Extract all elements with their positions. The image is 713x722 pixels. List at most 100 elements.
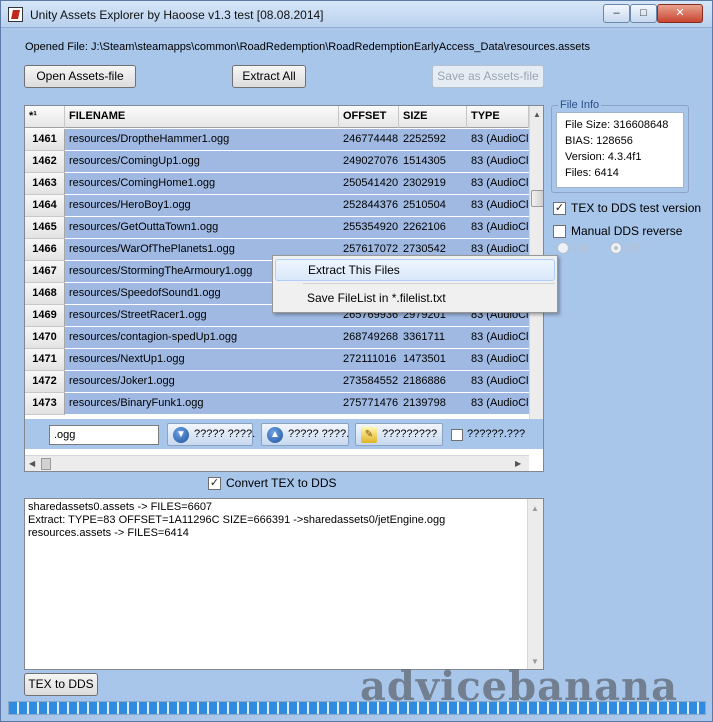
row-offset: 252844376 (339, 195, 399, 217)
row-number: 1463 (25, 173, 65, 195)
table-row[interactable]: 1465 resources/GetOuttaTown1.ogg 255354920… (25, 217, 529, 239)
find-next-label: ????? ????. (194, 428, 256, 440)
column-header-filename[interactable]: FILENAME (65, 106, 339, 128)
manual-dds-reverse-checkbox[interactable] (553, 225, 566, 238)
table-row[interactable]: 1470 resources/contagion-spedUp1.ogg 26874… (25, 327, 529, 349)
row-filename: resources/DroptheHammer1.ogg (65, 129, 339, 151)
select-icon: ✎ (361, 427, 377, 443)
row-size: 2252592 (399, 129, 467, 151)
filter-option-checkbox[interactable] (451, 429, 463, 441)
row-type: 83 (AudioCl (467, 371, 529, 393)
row-number: 1471 (25, 349, 65, 371)
column-header-number[interactable]: *¹ (25, 106, 65, 128)
row-filename: resources/GetOuttaTown1.ogg (65, 217, 339, 239)
file-list-horizontal-scrollbar[interactable]: ◀ ▶ (25, 455, 529, 471)
menu-item-save-filelist[interactable]: Save FileList in *.filelist.txt (275, 287, 555, 309)
opened-file-path: Opened File: J:\Steam\steamapps\common\R… (25, 41, 590, 53)
row-offset: 249027076 (339, 151, 399, 173)
menu-item-extract-files[interactable]: Extract This Files (275, 259, 555, 281)
table-row[interactable]: 1463 resources/ComingHome1.ogg 250541420 23… (25, 173, 529, 195)
row-type: 83 (AudioCl (467, 349, 529, 371)
progress-bar (8, 701, 706, 715)
row-number: 1473 (25, 393, 65, 415)
tex-to-dds-test-label: TEX to DDS test version (571, 201, 702, 215)
title-bar[interactable]: Unity Assets Explorer by Haoose v1.3 tes… (1, 1, 712, 28)
table-row[interactable]: 1471 resources/NextUp1.ogg 272111016 147350… (25, 349, 529, 371)
row-offset: 272111016 (339, 349, 399, 371)
log-vertical-scrollbar[interactable]: ▲ ▼ (527, 499, 543, 669)
row-number: 1470 (25, 327, 65, 349)
table-row[interactable]: 1473 resources/BinaryFunk1.ogg 275771476 21… (25, 393, 529, 415)
row-filename: resources/Joker1.ogg (65, 371, 339, 393)
row-type: 83 (AudioCl (467, 327, 529, 349)
row-type: 83 (AudioCl (467, 129, 529, 151)
log-output[interactable]: sharedassets0.assets -> FILES=6607 Extra… (24, 498, 544, 670)
menu-separator (303, 283, 555, 284)
app-logo-icon (8, 7, 23, 22)
scroll-right-icon[interactable]: ▶ (515, 459, 521, 468)
row-type: 83 (AudioCl (467, 195, 529, 217)
scroll-thumb[interactable] (531, 190, 543, 207)
file-size-text: File Size: 316608648 (565, 119, 669, 131)
row-number: 1466 (25, 239, 65, 261)
row-filename: resources/contagion-spedUp1.ogg (65, 327, 339, 349)
minimize-button[interactable]: – (603, 4, 630, 23)
row-filename: resources/ComingHome1.ogg (65, 173, 339, 195)
table-row[interactable]: 1472 resources/Joker1.ogg 273584552 2186886… (25, 371, 529, 393)
column-header-type[interactable]: TYPE (467, 106, 529, 128)
row-offset: 273584552 (339, 371, 399, 393)
arrow-down-icon: ▼ (173, 427, 189, 443)
client-area: Opened File: J:\Steam\steamapps\common\R… (8, 31, 706, 715)
filter-input[interactable] (49, 425, 159, 445)
radio-ori-label: Ori (572, 241, 588, 255)
row-size: 2510504 (399, 195, 467, 217)
extract-all-button[interactable]: Extract All (232, 65, 306, 88)
scroll-up-icon[interactable]: ▲ (533, 110, 541, 119)
row-filename: resources/HeroBoy1.ogg (65, 195, 339, 217)
row-filename: resources/BinaryFunk1.ogg (65, 393, 339, 415)
row-number: 1472 (25, 371, 65, 393)
table-row[interactable]: 1464 resources/HeroBoy1.ogg 252844376 25105… (25, 195, 529, 217)
tex-to-dds-button[interactable]: TEX to DDS (24, 673, 98, 696)
open-assets-button[interactable]: Open Assets-file (24, 65, 136, 88)
row-size: 3361711 (399, 327, 467, 349)
find-prev-button[interactable]: ▲ ????? ????. (261, 423, 349, 446)
row-number: 1465 (25, 217, 65, 239)
row-type: 83 (AudioCl (467, 217, 529, 239)
maximize-button[interactable]: □ (630, 4, 657, 23)
table-row[interactable]: 1462 resources/ComingUp1.ogg 249027076 1514… (25, 151, 529, 173)
file-info-legend: File Info (558, 99, 602, 111)
row-number: 1469 (25, 305, 65, 327)
horizontal-scroll-thumb[interactable] (41, 458, 51, 470)
column-header-offset[interactable]: OFFSET (339, 106, 399, 128)
version-text: Version: 4.3.4f1 (565, 151, 642, 163)
convert-tex-checkbox[interactable]: ✓ (208, 477, 221, 490)
row-type: 83 (AudioCl (467, 393, 529, 415)
file-info-box: File Size: 316608648 BIAS: 128656 Versio… (556, 112, 684, 188)
row-size: 1514305 (399, 151, 467, 173)
bias-text: BIAS: 128656 (565, 135, 633, 147)
tex-to-dds-test-checkbox[interactable]: ✓ (553, 202, 566, 215)
radio-off-label: Off (625, 241, 641, 255)
row-number: 1468 (25, 283, 65, 305)
row-number: 1461 (25, 129, 65, 151)
column-header-size[interactable]: SIZE (399, 106, 467, 128)
log-line: Extract: TYPE=83 OFFSET=1A11296C SIZE=66… (28, 514, 446, 526)
radio-off[interactable] (610, 242, 622, 254)
row-size: 2139798 (399, 393, 467, 415)
select-matches-button[interactable]: ✎ ????????? (355, 423, 443, 446)
row-number: 1467 (25, 261, 65, 283)
find-next-button[interactable]: ▼ ????? ????. (167, 423, 256, 446)
row-filename: resources/NextUp1.ogg (65, 349, 339, 371)
save-as-assets-button[interactable]: Save as Assets-file (432, 65, 544, 88)
row-offset: 246774448 (339, 129, 399, 151)
radio-ori[interactable] (557, 242, 569, 254)
table-row[interactable]: 1461 resources/DroptheHammer1.ogg 24677444… (25, 129, 529, 151)
filter-option-label: ??????.??? (467, 428, 526, 440)
close-button[interactable]: ✕ (657, 4, 703, 23)
scroll-left-icon[interactable]: ◀ (29, 459, 35, 468)
log-scroll-up-icon[interactable]: ▲ (531, 502, 539, 515)
select-matches-label: ????????? (382, 428, 438, 440)
row-filename: resources/ComingUp1.ogg (65, 151, 339, 173)
row-offset: 268749268 (339, 327, 399, 349)
